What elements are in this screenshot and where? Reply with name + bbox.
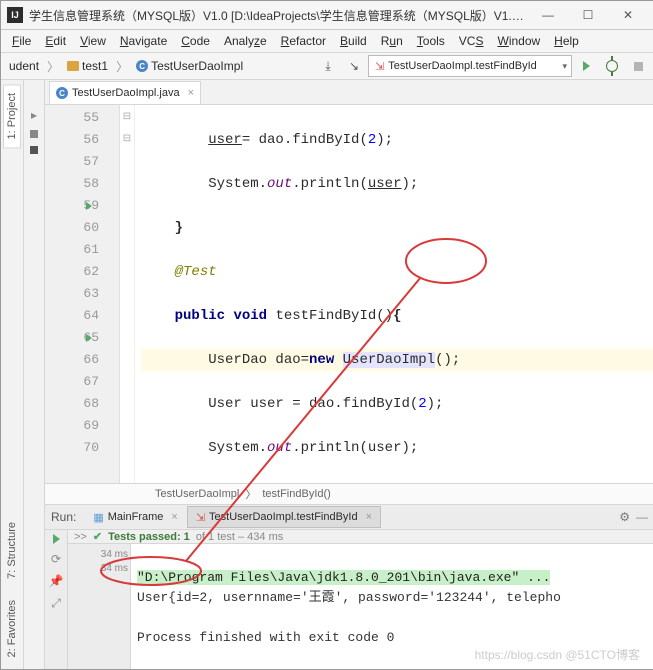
class-icon: C (56, 87, 68, 99)
breadcrumb-class[interactable]: TestUserDaoImpl (155, 488, 239, 500)
gutter-icons (81, 107, 97, 349)
editor-tab-bar: C TestUserDaoImpl.java × (45, 80, 653, 105)
code-breadcrumb: TestUserDaoImpl 〉 testFindById() (45, 483, 653, 504)
run-config-combo[interactable]: ⇲ TestUserDaoImpl.testFindById (368, 55, 572, 77)
editor-area: C TestUserDaoImpl.java × 555657585960616… (45, 80, 653, 669)
tests-passed-label: Tests passed: 1 (108, 531, 190, 543)
breadcrumb-item[interactable]: CTestUserDaoImpl (132, 59, 247, 73)
menu-window[interactable]: Window (490, 32, 547, 50)
minimize-button[interactable]: — (528, 3, 568, 27)
gear-icon[interactable]: ⚙ (619, 510, 630, 524)
play-icon (583, 61, 590, 71)
menu-bar: File Edit View Navigate Code Analyze Ref… (1, 30, 653, 53)
back-arrow-icon[interactable]: ↘ (342, 54, 366, 78)
run-tab-mainframe[interactable]: ▦ MainFrame × (84, 506, 186, 528)
menu-code[interactable]: Code (174, 32, 217, 50)
menu-analyze[interactable]: Analyze (217, 32, 274, 50)
menu-file[interactable]: File (5, 32, 38, 50)
run-tool-window: Run: ▦ MainFrame × ⇲ TestUserDaoImpl.tes… (45, 504, 653, 669)
menu-refactor[interactable]: Refactor (274, 32, 333, 50)
stop-icon (634, 62, 643, 71)
chevron-right-icon: 〉 (45, 58, 61, 75)
run-gutter-icon[interactable] (86, 202, 92, 210)
app-icon: IJ (7, 7, 23, 23)
code-text[interactable]: user= dao.findById(2); System.out.printl… (135, 105, 653, 483)
square-icon (30, 130, 38, 138)
run-label: Run: (51, 510, 76, 524)
structure-tool-tab[interactable]: 7: Structure (3, 513, 21, 588)
code-editor[interactable]: 55565758596061626364656667686970 ⊟ ⊟ use… (45, 105, 653, 483)
editor-tab[interactable]: C TestUserDaoImpl.java × (49, 81, 201, 104)
editor-tab-label: TestUserDaoImpl.java (72, 87, 180, 99)
fold-gutter: ⊟ ⊟ (120, 105, 135, 483)
square-icon (30, 146, 38, 154)
ide-window: IJ 学生信息管理系统（MYSQL版）V1.0 [D:\IdeaProjects… (0, 0, 653, 670)
expand-icon[interactable]: ⤢ (51, 596, 61, 611)
menu-tools[interactable]: Tools (410, 32, 452, 50)
favorites-tool-tab[interactable]: 2: Favorites (3, 591, 21, 666)
menu-view[interactable]: View (73, 32, 113, 50)
run-button[interactable] (574, 54, 598, 78)
check-icon: ✔ (93, 530, 102, 543)
breadcrumb-item[interactable]: test1 (63, 59, 112, 73)
menu-build[interactable]: Build (333, 32, 374, 50)
folder-icon (67, 61, 79, 71)
run-toolbar: ⟳ 📌 ⤢ (45, 530, 68, 669)
test-tree[interactable]: 34 ms 34 ms (68, 544, 131, 669)
nav-bar: udent 〉 test1 〉 CTestUserDaoImpl ⤓ ↘ ⇲ T… (1, 53, 653, 80)
close-tab-icon[interactable]: × (188, 87, 194, 99)
maximize-button[interactable]: ☐ (568, 3, 608, 27)
test-arrow-icon: ⇲ (196, 511, 205, 524)
menu-edit[interactable]: Edit (38, 32, 73, 50)
application-icon: ▦ (93, 511, 103, 524)
run-gutter-icon[interactable] (86, 334, 92, 342)
rerun-icon[interactable] (53, 534, 60, 544)
menu-navigate[interactable]: Navigate (113, 32, 174, 50)
chevron-right-icon: 〉 (114, 58, 130, 75)
close-icon[interactable]: × (366, 511, 372, 523)
watermark: https://blog.csdn @51CTO博客 (475, 646, 640, 663)
test-status-bar: >> ✔ Tests passed: 1 of 1 test – 434 ms (68, 530, 653, 544)
project-collapsed-strip[interactable]: ▸ (24, 80, 45, 669)
stop-button[interactable] (626, 54, 650, 78)
close-icon[interactable]: × (171, 511, 177, 523)
bug-icon (606, 60, 618, 72)
chevron-right-icon: 〉 (245, 486, 256, 502)
toggle-icon[interactable]: ⟳ (51, 552, 61, 566)
left-tool-strip: 1: Project 7: Structure 2: Favorites (1, 80, 24, 669)
title-bar: IJ 学生信息管理系统（MYSQL版）V1.0 [D:\IdeaProjects… (1, 1, 653, 30)
pin-icon[interactable]: 📌 (49, 574, 64, 588)
debug-button[interactable] (600, 54, 624, 78)
menu-vcs[interactable]: VCS (452, 32, 491, 50)
breadcrumb-item[interactable]: udent (5, 59, 43, 73)
test-arrow-icon: ⇲ (375, 60, 384, 73)
run-tab-test[interactable]: ⇲ TestUserDaoImpl.testFindById × (187, 506, 381, 528)
hide-icon[interactable]: — (636, 510, 648, 524)
breadcrumb-method[interactable]: testFindById() (262, 488, 330, 500)
close-button[interactable]: ✕ (608, 3, 648, 27)
run-config-label: TestUserDaoImpl.testFindById (388, 60, 537, 72)
run-tab-bar: Run: ▦ MainFrame × ⇲ TestUserDaoImpl.tes… (45, 505, 653, 530)
menu-help[interactable]: Help (547, 32, 586, 50)
menu-run[interactable]: Run (374, 32, 410, 50)
build-button[interactable]: ⤓ (316, 54, 340, 78)
window-title: 学生信息管理系统（MYSQL版）V1.0 [D:\IdeaProjects\学生… (29, 7, 528, 24)
class-icon: C (136, 60, 148, 72)
project-tool-tab[interactable]: 1: Project (3, 84, 21, 148)
